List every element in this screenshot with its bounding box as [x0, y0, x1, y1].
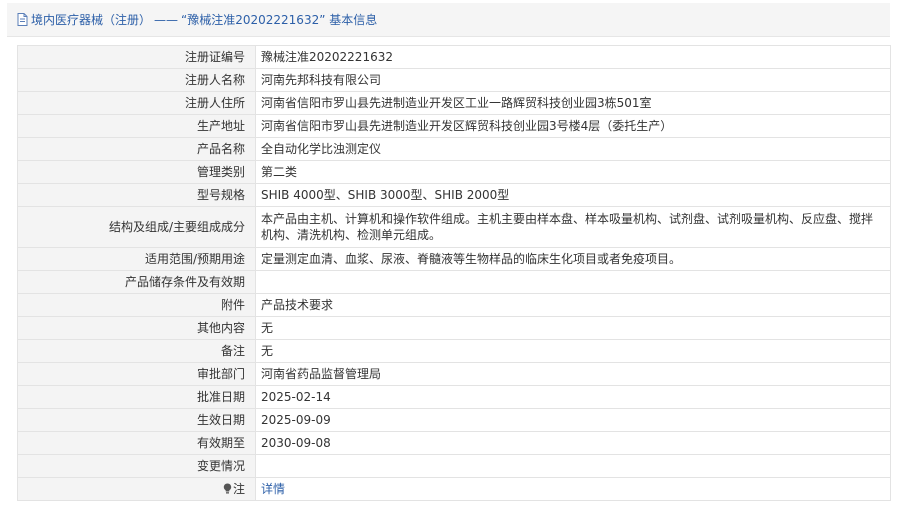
table-row: 有效期至 2030-09-08	[17, 431, 891, 455]
table-row: 生产地址 河南省信阳市罗山县先进制造业开发区辉贸科技创业园3号楼4层（委托生产）	[17, 114, 891, 138]
table-row: 结构及组成/主要组成成分 本产品由主机、计算机和操作软件组成。主机主要由样本盘、…	[17, 206, 891, 248]
note-row: 注 详情	[17, 477, 891, 501]
table-row: 产品名称 全自动化学比浊测定仪	[17, 137, 891, 161]
field-label: 附件	[17, 293, 256, 317]
field-label: 其他内容	[17, 316, 256, 340]
detail-table: 注册证编号 豫械注准20202221632 注册人名称 河南先邦科技有限公司 注…	[17, 45, 891, 501]
field-label: 有效期至	[17, 431, 256, 455]
field-value: 河南先邦科技有限公司	[255, 68, 891, 92]
table-row: 型号规格 SHIB 4000型、SHIB 3000型、SHIB 2000型	[17, 183, 891, 207]
note-label: 注	[232, 482, 245, 496]
field-value: 2030-09-08	[255, 431, 891, 455]
table-row: 注册证编号 豫械注准20202221632	[17, 45, 891, 69]
table-row: 变更情况	[17, 454, 891, 478]
table-row: 生效日期 2025-09-09	[17, 408, 891, 432]
field-label: 批准日期	[17, 385, 256, 409]
field-value: 河南省信阳市罗山县先进制造业开发区辉贸科技创业园3号楼4层（委托生产）	[255, 114, 891, 138]
field-value: 产品技术要求	[255, 293, 891, 317]
field-label: 变更情况	[17, 454, 256, 478]
table-row: 批准日期 2025-02-14	[17, 385, 891, 409]
field-label: 备注	[17, 339, 256, 363]
breadcrumb-separator: ——	[154, 12, 179, 27]
field-label: 注册证编号	[17, 45, 256, 69]
field-value: 第二类	[255, 160, 891, 184]
field-value: 定量测定血清、血浆、尿液、脊髓液等生物样品的临床生化项目或者免疫项目。	[255, 247, 891, 271]
field-value: SHIB 4000型、SHIB 3000型、SHIB 2000型	[255, 183, 891, 207]
details-link[interactable]: 详情	[261, 482, 285, 496]
field-value: 无	[255, 316, 891, 340]
table-row: 注册人住所 河南省信阳市罗山县先进制造业开发区工业一路辉贸科技创业园3栋501室	[17, 91, 891, 115]
field-value: 无	[255, 339, 891, 363]
table-row: 注册人名称 河南先邦科技有限公司	[17, 68, 891, 92]
table-row: 适用范围/预期用途 定量测定血清、血浆、尿液、脊髓液等生物样品的临床生化项目或者…	[17, 247, 891, 271]
field-value	[255, 270, 891, 294]
document-icon	[17, 13, 28, 26]
note-label-cell: 注	[17, 477, 256, 501]
field-label: 注册人名称	[17, 68, 256, 92]
field-label: 审批部门	[17, 362, 256, 386]
note-value-cell: 详情	[255, 477, 891, 501]
field-label: 生效日期	[17, 408, 256, 432]
field-label: 产品名称	[17, 137, 256, 161]
table-row: 附件 产品技术要求	[17, 293, 891, 317]
field-value: 河南省药品监督管理局	[255, 362, 891, 386]
breadcrumb-category[interactable]: 境内医疗器械（注册）	[31, 11, 151, 28]
field-value: 豫械注准20202221632	[255, 45, 891, 69]
table-row: 审批部门 河南省药品监督管理局	[17, 362, 891, 386]
field-value: 2025-02-14	[255, 385, 891, 409]
note-icon	[223, 483, 232, 494]
table-row: 管理类别 第二类	[17, 160, 891, 184]
field-value: 2025-09-09	[255, 408, 891, 432]
field-value: 本产品由主机、计算机和操作软件组成。主机主要由样本盘、样本吸量机构、试剂盘、试剂…	[255, 206, 891, 248]
field-label: 型号规格	[17, 183, 256, 207]
page-title: “豫械注准20202221632” 基本信息	[181, 13, 378, 27]
field-label: 适用范围/预期用途	[17, 247, 256, 271]
field-value	[255, 454, 891, 478]
field-label: 生产地址	[17, 114, 256, 138]
field-value: 河南省信阳市罗山县先进制造业开发区工业一路辉贸科技创业园3栋501室	[255, 91, 891, 115]
field-label: 管理类别	[17, 160, 256, 184]
field-label: 结构及组成/主要组成成分	[17, 206, 256, 248]
table-row: 其他内容 无	[17, 316, 891, 340]
field-value: 全自动化学比浊测定仪	[255, 137, 891, 161]
field-label: 产品储存条件及有效期	[17, 270, 256, 294]
field-label: 注册人住所	[17, 91, 256, 115]
table-row: 产品储存条件及有效期	[17, 270, 891, 294]
page-header: 境内医疗器械（注册） —— “豫械注准20202221632” 基本信息	[7, 3, 890, 37]
table-row: 备注 无	[17, 339, 891, 363]
